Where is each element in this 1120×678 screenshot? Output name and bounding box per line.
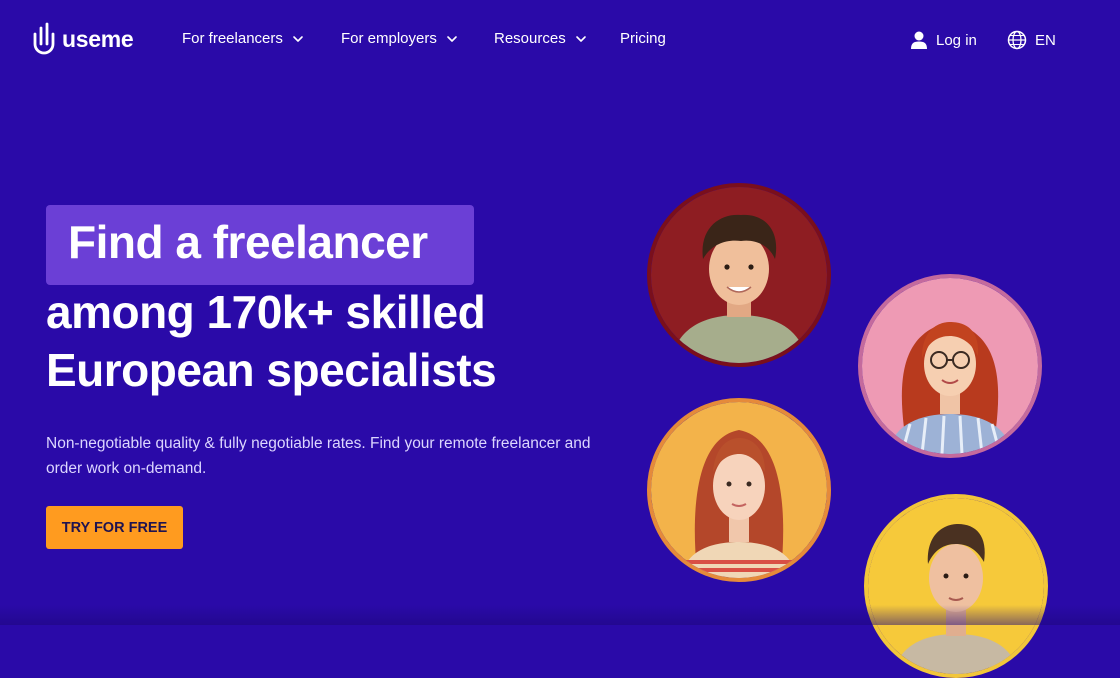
brand-logo[interactable]: useme — [32, 22, 134, 56]
nav-item-for-employers[interactable]: For employers — [341, 30, 459, 47]
login-label: Log in — [936, 31, 977, 49]
user-icon — [911, 31, 927, 49]
chevron-down-icon — [575, 35, 586, 42]
top-navigation: useme For freelancers For employers Reso… — [0, 0, 1120, 80]
language-selector[interactable]: EN — [1007, 30, 1056, 50]
hero-headline-line2: among 170k+ skilled — [46, 286, 486, 338]
globe-icon — [1007, 30, 1027, 50]
nav-label: Pricing — [620, 30, 666, 47]
login-link[interactable]: Log in — [910, 30, 977, 50]
nav-label: Resources — [494, 30, 566, 47]
try-for-free-button[interactable]: TRY FOR FREE — [46, 506, 183, 549]
hero-headline-line3: European specialists — [46, 344, 497, 396]
bottom-shadow — [0, 605, 1120, 625]
freelancer-avatar — [858, 274, 1042, 458]
hero-subtitle: Non-negotiable quality & fully negotiabl… — [46, 435, 591, 477]
nav-label: For freelancers — [182, 30, 283, 47]
freelancer-avatar — [647, 398, 831, 582]
nav-item-pricing[interactable]: Pricing — [620, 30, 666, 47]
freelancer-avatar — [647, 183, 831, 367]
nav-label: For employers — [341, 30, 437, 47]
nav-item-resources[interactable]: Resources — [494, 30, 588, 47]
chevron-down-icon — [293, 35, 303, 42]
useme-logo-icon — [33, 22, 55, 55]
nav-item-for-freelancers[interactable]: For freelancers — [182, 30, 305, 47]
chevron-down-icon — [447, 35, 457, 42]
hero-headline-highlight: Find a freelancer — [68, 216, 428, 268]
language-label: EN — [1035, 31, 1056, 49]
freelancer-avatar — [864, 494, 1048, 678]
brand-name: useme — [62, 25, 134, 52]
